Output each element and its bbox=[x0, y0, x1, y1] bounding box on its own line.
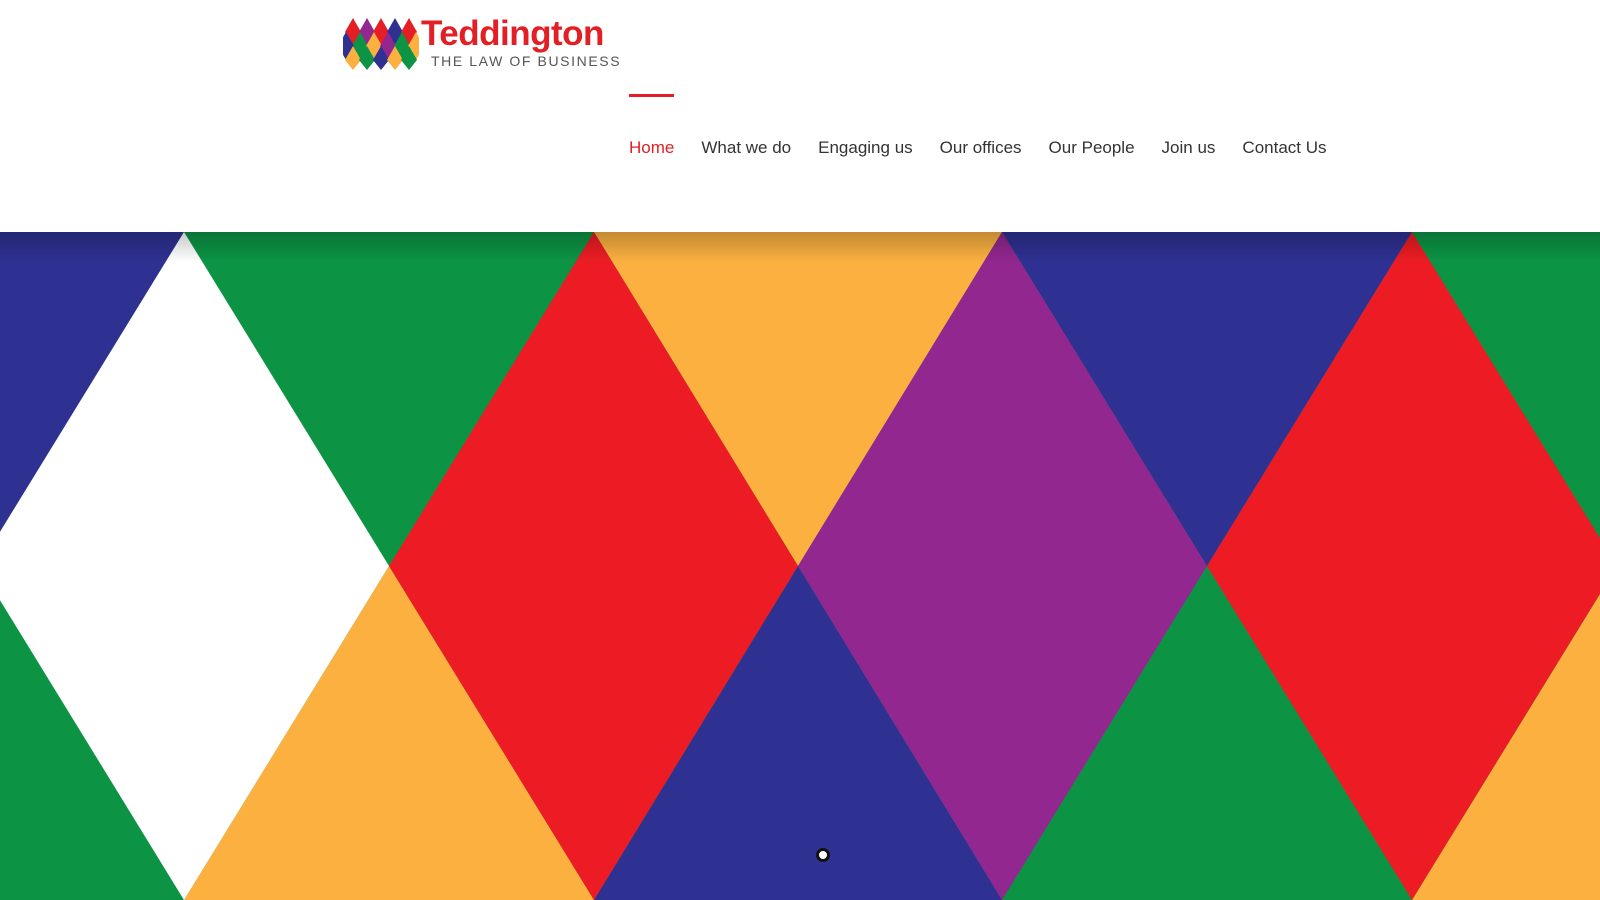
nav-item-engaging-us[interactable]: Engaging us bbox=[818, 94, 913, 158]
nav-item-our-people[interactable]: Our People bbox=[1049, 94, 1135, 158]
nav-item-contact-us[interactable]: Contact Us bbox=[1242, 94, 1326, 158]
nav-item-label: Our offices bbox=[939, 138, 1022, 157]
nav-item-label: Our People bbox=[1048, 138, 1135, 157]
site-logo[interactable]: Teddington THE LAW OF BUSINESS bbox=[343, 14, 623, 72]
nav-item-join-us[interactable]: Join us bbox=[1162, 94, 1216, 158]
brand-name: Teddington bbox=[421, 14, 604, 53]
slider-dot-active[interactable] bbox=[816, 848, 830, 862]
hero-slider bbox=[0, 232, 1600, 900]
nav-item-label: Engaging us bbox=[818, 138, 913, 157]
active-nav-indicator bbox=[629, 94, 675, 97]
harlequin-pattern-banner bbox=[0, 232, 1600, 900]
nav-item-label: Join us bbox=[1161, 138, 1216, 157]
harlequin-logo-icon bbox=[343, 18, 419, 70]
nav-item-our-offices[interactable]: Our offices bbox=[940, 94, 1022, 158]
slider-pagination bbox=[816, 848, 830, 862]
nav-item-label: What we do bbox=[701, 138, 792, 157]
page: Teddington THE LAW OF BUSINESS Home What… bbox=[0, 0, 1600, 900]
nav-item-label: Contact Us bbox=[1242, 138, 1327, 157]
brand-tagline: THE LAW OF BUSINESS bbox=[431, 53, 622, 69]
main-nav: Home What we do Engaging us Our offices … bbox=[629, 94, 1327, 164]
site-header: Teddington THE LAW OF BUSINESS Home What… bbox=[0, 0, 1600, 232]
nav-item-label: Home bbox=[629, 138, 675, 157]
nav-item-home[interactable]: Home bbox=[629, 94, 675, 158]
nav-item-what-we-do[interactable]: What we do bbox=[701, 94, 791, 158]
